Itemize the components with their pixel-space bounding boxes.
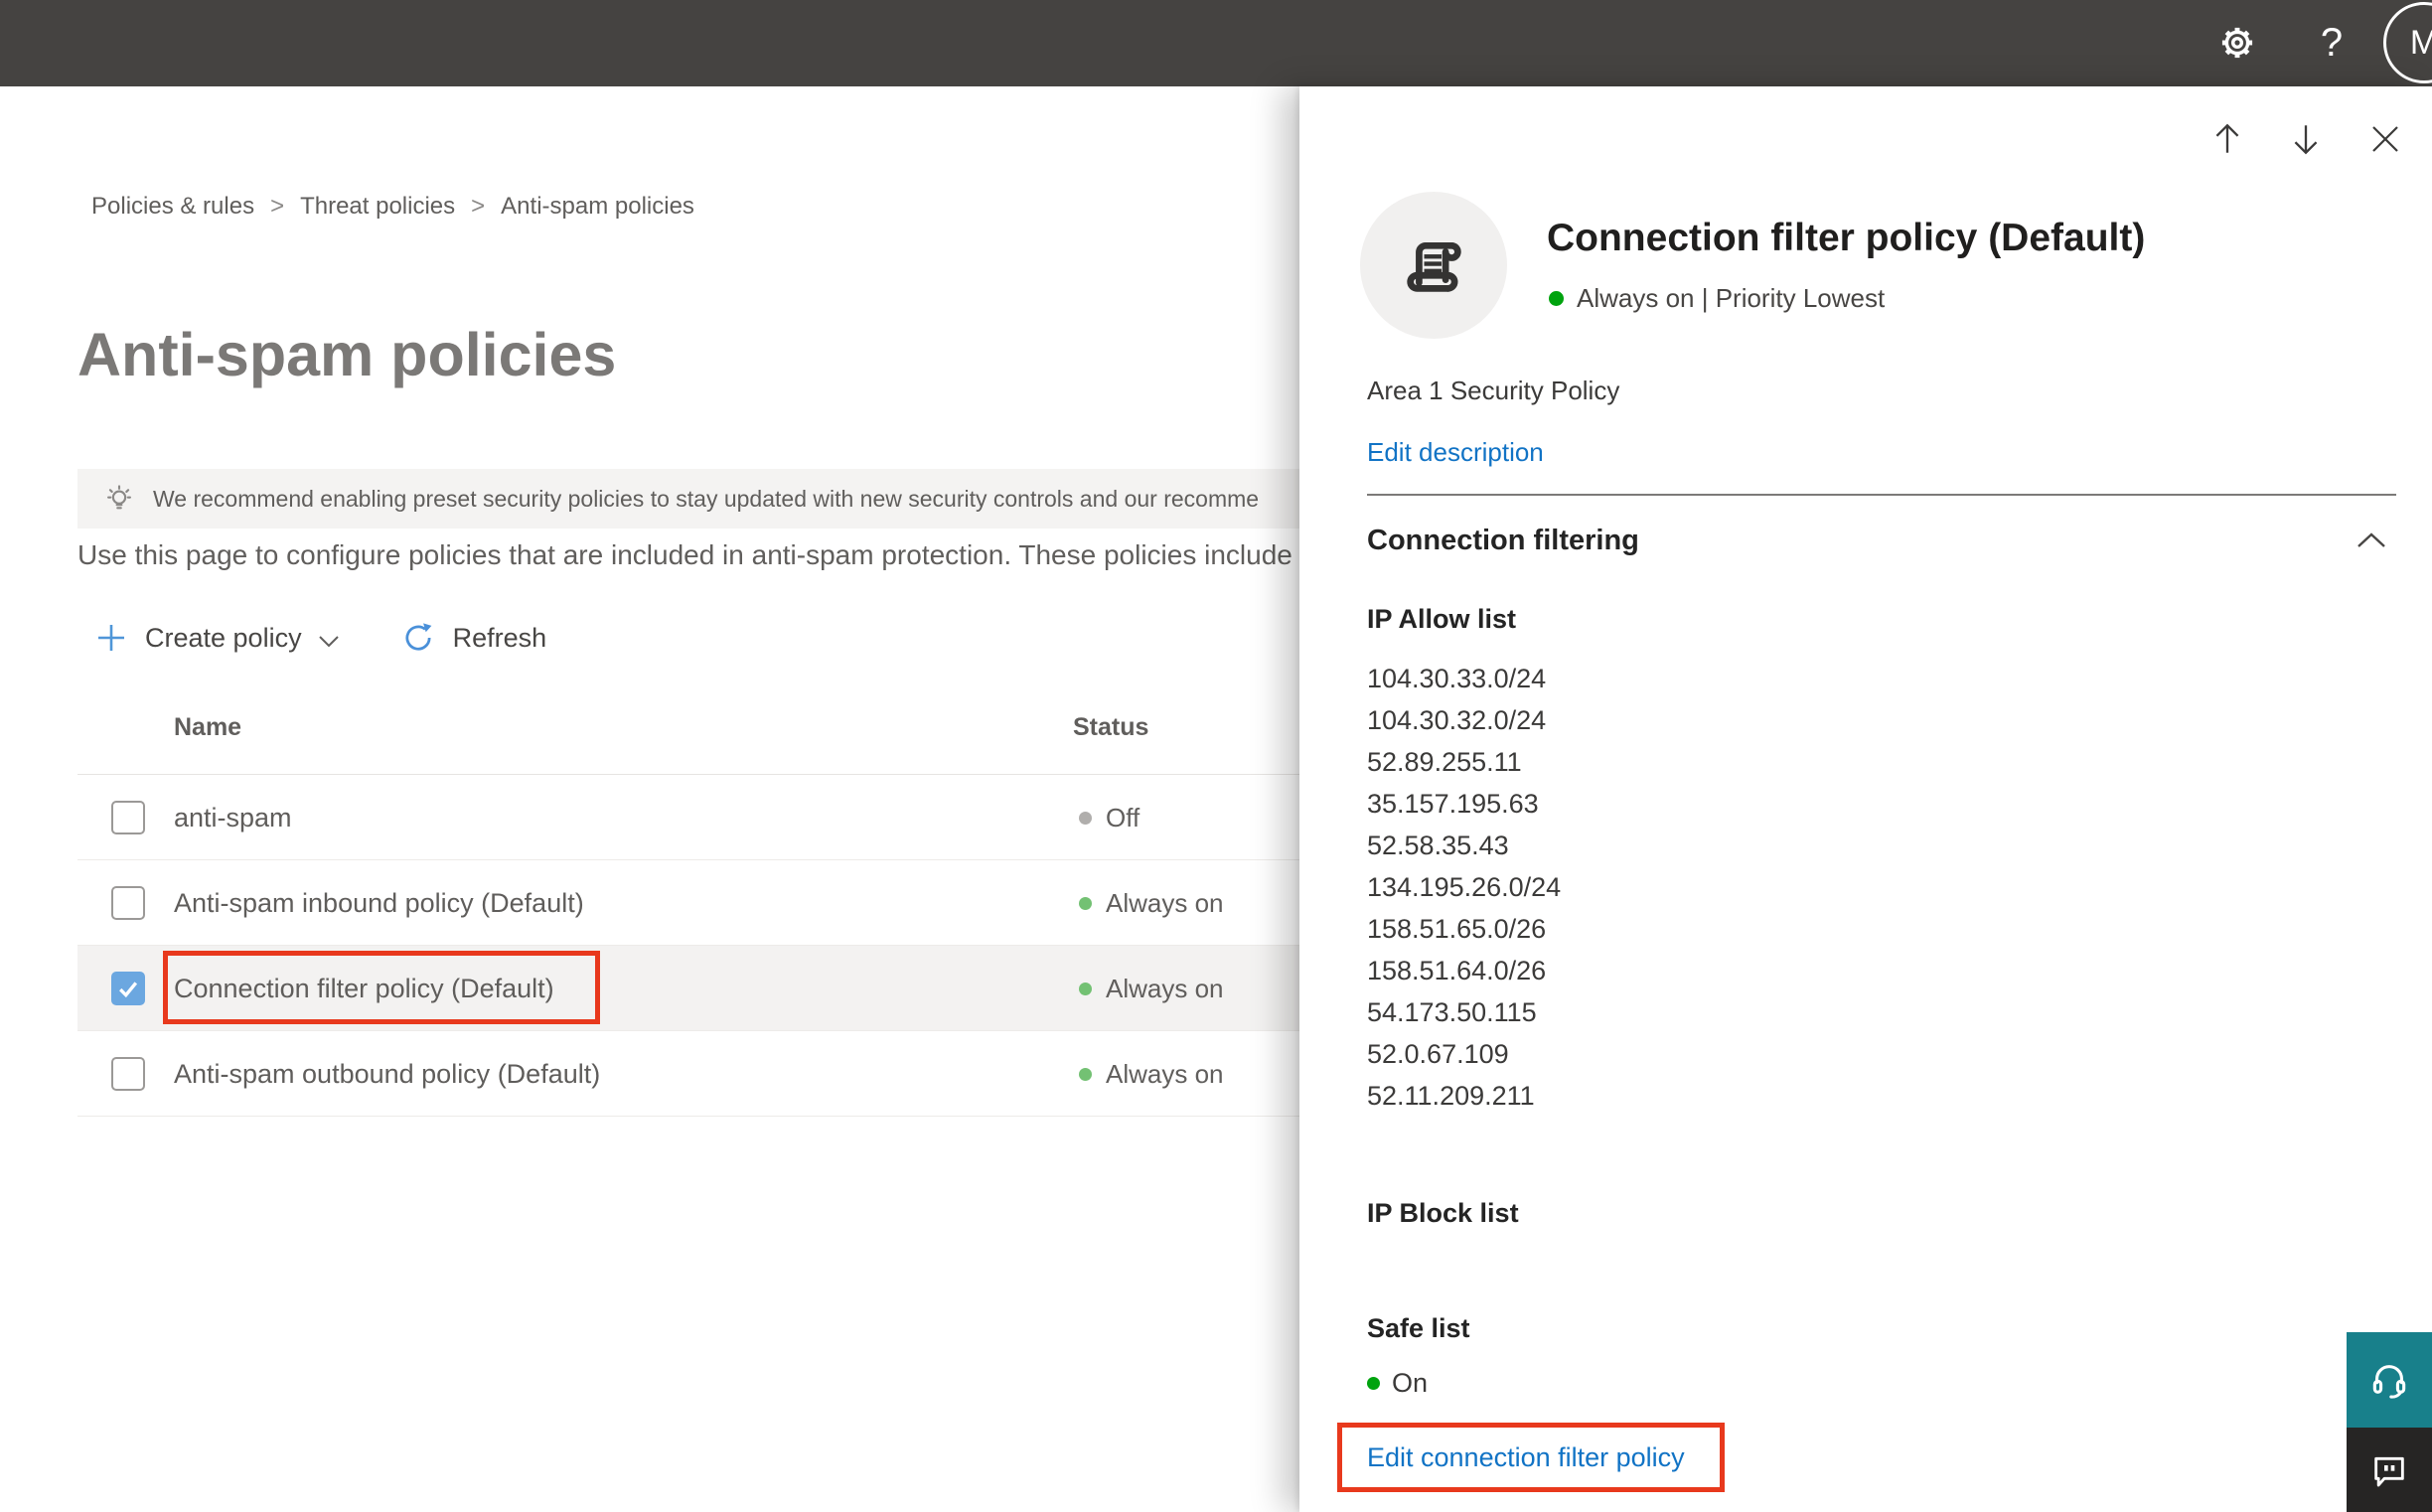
headset-icon bbox=[2372, 1365, 2406, 1399]
status-cell: Off bbox=[1079, 775, 1140, 860]
app-window: ? M Policies & rules > Threat policies >… bbox=[0, 0, 2432, 1512]
status-dot-on bbox=[1549, 291, 1564, 306]
ip-allow-item: 35.157.195.63 bbox=[1367, 789, 1539, 819]
collapse-section-button[interactable] bbox=[2356, 531, 2386, 554]
feedback-button[interactable] bbox=[2347, 1428, 2432, 1512]
arrow-down-icon bbox=[2294, 125, 2318, 155]
policy-icon-circle bbox=[1360, 192, 1507, 339]
help-icon: ? bbox=[2320, 20, 2344, 65]
chevron-up-icon bbox=[2357, 532, 2385, 547]
close-icon bbox=[2372, 126, 2398, 152]
close-flyout-button[interactable] bbox=[2363, 117, 2407, 161]
gear-icon bbox=[2221, 27, 2253, 59]
ip-allow-item: 52.11.209.211 bbox=[1367, 1081, 1535, 1111]
avatar-initial: M bbox=[2409, 23, 2432, 62]
flyout-status-text: Always on | Priority Lowest bbox=[1577, 283, 1886, 313]
plus-icon bbox=[98, 625, 124, 651]
safe-list-title: Safe list bbox=[1367, 1313, 1470, 1343]
ip-block-list-title: IP Block list bbox=[1367, 1198, 1519, 1228]
feedback-bubble-icon bbox=[2374, 1456, 2404, 1486]
breadcrumb: Policies & rules > Threat policies > Ant… bbox=[91, 193, 694, 221]
flyout-status: Always on | Priority Lowest bbox=[1549, 283, 1885, 314]
help-button[interactable]: ? bbox=[2303, 14, 2360, 72]
breadcrumb-threat-policies[interactable]: Threat policies bbox=[300, 193, 455, 221]
status-cell: Always on bbox=[1079, 1031, 1224, 1117]
toolbar: Create policy Refresh bbox=[95, 614, 546, 662]
status-dot-on bbox=[1079, 982, 1092, 995]
column-header-status[interactable]: Status bbox=[1073, 713, 1148, 742]
create-policy-button[interactable]: Create policy bbox=[95, 622, 340, 654]
breadcrumb-separator: > bbox=[270, 193, 285, 220]
row-checkbox[interactable] bbox=[111, 801, 145, 834]
top-bar: ? M bbox=[0, 0, 2432, 86]
lightbulb-icon bbox=[106, 485, 132, 510]
refresh-button[interactable]: Refresh bbox=[401, 621, 547, 655]
policy-name[interactable]: anti-spam bbox=[174, 775, 292, 860]
row-checkbox[interactable] bbox=[111, 886, 145, 920]
status-cell: Always on bbox=[1079, 946, 1224, 1031]
previous-item-button[interactable] bbox=[2205, 117, 2249, 161]
ip-allow-list-title: IP Allow list bbox=[1367, 604, 1517, 634]
refresh-label: Refresh bbox=[452, 622, 547, 653]
arrow-up-icon bbox=[2215, 123, 2239, 153]
breadcrumb-anti-spam-policies: Anti-spam policies bbox=[501, 193, 694, 220]
breadcrumb-separator: > bbox=[471, 193, 486, 220]
page-description: Use this page to configure policies that… bbox=[77, 539, 1292, 570]
status-label: Always on bbox=[1106, 973, 1224, 1003]
status-dot-on bbox=[1079, 896, 1092, 910]
banner-text: We recommend enabling preset security po… bbox=[153, 485, 1260, 512]
status-dot-on bbox=[1079, 1067, 1092, 1081]
checkmark-icon bbox=[119, 982, 138, 997]
ip-allow-item: 54.173.50.115 bbox=[1367, 997, 1537, 1027]
safe-list-status: On bbox=[1367, 1368, 1428, 1399]
support-button[interactable] bbox=[2347, 1332, 2432, 1428]
refresh-icon bbox=[405, 623, 431, 651]
next-item-button[interactable] bbox=[2284, 117, 2328, 161]
status-dot-on bbox=[1367, 1377, 1380, 1390]
section-connection-filtering: Connection filtering bbox=[1367, 525, 1639, 556]
policy-name[interactable]: Anti-spam inbound policy (Default) bbox=[174, 860, 584, 946]
edit-connection-filter-policy-link[interactable]: Edit connection filter policy bbox=[1367, 1442, 1685, 1473]
policy-name[interactable]: Connection filter policy (Default) bbox=[174, 946, 554, 1031]
ip-allow-item: 52.58.35.43 bbox=[1367, 831, 1509, 860]
ip-allow-item: 52.89.255.11 bbox=[1367, 747, 1522, 777]
status-dot-off bbox=[1079, 811, 1092, 825]
flyout-title: Connection filter policy (Default) bbox=[1547, 217, 2146, 259]
table-row[interactable]: anti-spam Off bbox=[77, 775, 1299, 860]
policy-description: Area 1 Security Policy bbox=[1367, 376, 1620, 405]
breadcrumb-policies-rules[interactable]: Policies & rules bbox=[91, 193, 254, 221]
row-divider bbox=[77, 1116, 1299, 1117]
account-avatar[interactable]: M bbox=[2383, 2, 2432, 83]
edit-description-link[interactable]: Edit description bbox=[1367, 437, 1544, 468]
ip-allow-item: 134.195.26.0/24 bbox=[1367, 872, 1562, 902]
ip-allow-item: 104.30.33.0/24 bbox=[1367, 664, 1547, 693]
table-row[interactable]: Anti-spam inbound policy (Default) Alway… bbox=[77, 860, 1299, 946]
safe-list-status-text: On bbox=[1392, 1368, 1429, 1398]
divider bbox=[1367, 494, 2396, 496]
ip-allow-item: 158.51.65.0/26 bbox=[1367, 914, 1547, 944]
settings-button[interactable] bbox=[2208, 14, 2266, 72]
policy-details-flyout: Connection filter policy (Default) Alway… bbox=[1299, 86, 2432, 1512]
status-cell: Always on bbox=[1079, 860, 1224, 946]
table-row[interactable]: Anti-spam outbound policy (Default) Alwa… bbox=[77, 1031, 1299, 1117]
ip-allow-item: 52.0.67.109 bbox=[1367, 1039, 1509, 1069]
page-title: Anti-spam policies bbox=[77, 321, 617, 388]
ip-allow-item: 104.30.32.0/24 bbox=[1367, 705, 1547, 735]
row-checkbox-checked[interactable] bbox=[111, 972, 145, 1005]
policy-name[interactable]: Anti-spam outbound policy (Default) bbox=[174, 1031, 600, 1117]
status-label: Always on bbox=[1106, 887, 1224, 918]
create-policy-label: Create policy bbox=[145, 622, 302, 653]
chevron-down-icon bbox=[318, 635, 339, 647]
ip-allow-item: 158.51.64.0/26 bbox=[1367, 956, 1547, 985]
scroll-policy-icon bbox=[1407, 241, 1461, 292]
recommendation-banner: We recommend enabling preset security po… bbox=[77, 469, 1299, 529]
row-checkbox[interactable] bbox=[111, 1057, 145, 1091]
status-label: Off bbox=[1106, 802, 1140, 832]
table-row-selected[interactable]: Connection filter policy (Default) Alway… bbox=[77, 946, 1299, 1031]
column-header-name[interactable]: Name bbox=[174, 713, 241, 742]
status-label: Always on bbox=[1106, 1058, 1224, 1089]
